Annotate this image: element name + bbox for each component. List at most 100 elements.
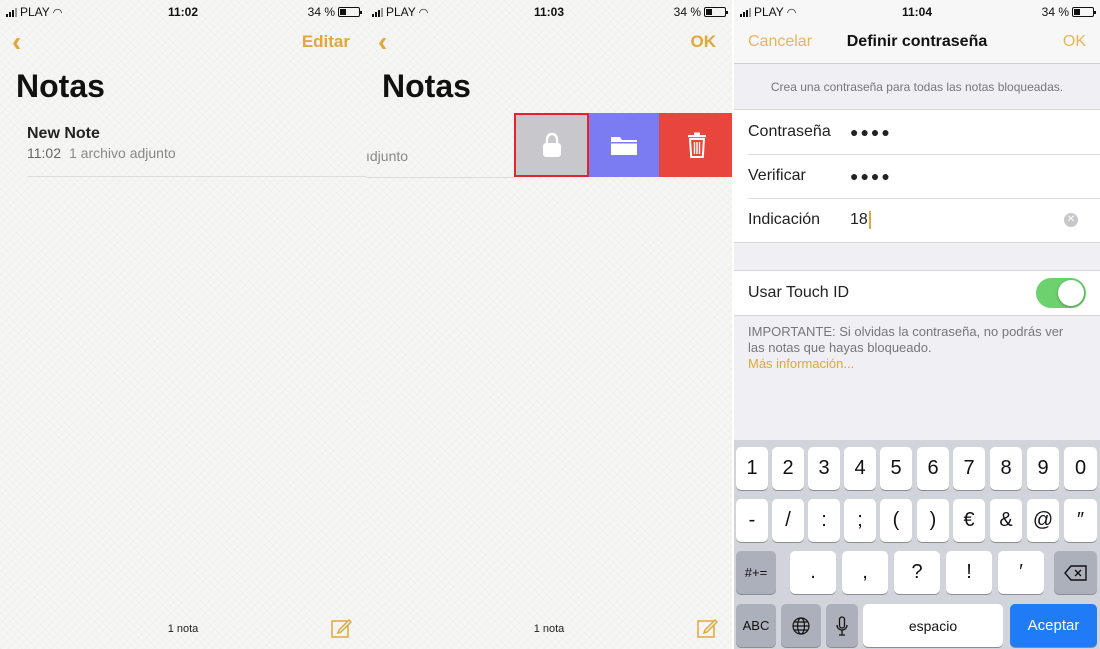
battery-icon — [338, 7, 362, 17]
key-9[interactable]: 9 — [1027, 447, 1059, 490]
backspace-icon — [1063, 564, 1087, 581]
note-subtitle-partial: ıdjunto — [366, 148, 409, 164]
ok-button[interactable]: OK — [1063, 33, 1086, 51]
keyboard: 1 2 3 4 5 6 7 8 9 0 - / : ; ( ) € & @ ″ … — [734, 440, 1100, 649]
globe-icon — [792, 616, 810, 635]
battery-group: 34 % — [307, 5, 362, 19]
key-more-symbols[interactable]: #+= — [736, 551, 776, 594]
key-double-quote[interactable]: ″ — [1064, 499, 1097, 542]
toggle-knob — [1058, 280, 1084, 306]
page-title: Notas — [16, 68, 105, 104]
more-info-link[interactable]: Más información... — [748, 356, 1070, 372]
password-hint-text: Crea una contraseña para todas las notas… — [770, 80, 1064, 94]
key-1[interactable]: 1 — [736, 447, 768, 490]
enter-key[interactable]: Aceptar — [1010, 604, 1097, 647]
battery-icon — [704, 7, 728, 17]
set-password-screen: PLAY ◠ 11:04 34 % Cancelar Definir contr… — [734, 0, 1100, 649]
globe-key[interactable] — [781, 604, 821, 647]
nav-bar: Cancelar Definir contraseña OK — [734, 22, 1100, 64]
battery-icon — [1072, 7, 1096, 17]
key-at[interactable]: @ — [1027, 499, 1059, 542]
key-apostrophe[interactable]: ′ — [998, 551, 1044, 594]
password-label: Contraseña — [748, 123, 831, 140]
ok-button[interactable]: OK — [691, 32, 717, 52]
lock-button[interactable] — [514, 113, 589, 177]
key-8[interactable]: 8 — [990, 447, 1022, 490]
key-slash[interactable]: / — [772, 499, 804, 542]
key-period[interactable]: . — [790, 551, 836, 594]
important-text: IMPORTANTE: Si olvidas la contraseña, no… — [748, 324, 1064, 355]
page-title: Definir contraseña — [846, 33, 988, 50]
notes-swipe-screen: PLAY ◠ 11:03 34 % ‹ OK Notas ıdjunto 1 n… — [366, 0, 732, 649]
key-comma[interactable]: , — [842, 551, 888, 594]
note-subtitle: 11:02 1 archivo adjunto — [27, 145, 366, 161]
password-field[interactable]: Contraseña ●●●● — [734, 110, 1100, 154]
lock-icon — [542, 132, 561, 157]
key-4[interactable]: 4 — [844, 447, 876, 490]
clear-icon[interactable]: ✕ — [1064, 213, 1078, 227]
notes-list-screen: PLAY ◠ 11:02 34 % ‹ Editar Notas New Not… — [0, 0, 366, 649]
delete-button[interactable] — [659, 113, 732, 177]
battery-group: 34 % — [674, 5, 728, 19]
key-open-paren[interactable]: ( — [880, 499, 912, 542]
key-exclamation[interactable]: ! — [946, 551, 992, 594]
keyboard-row-3: #+= . , ? ! ′ — [734, 551, 1100, 595]
note-time: 11:02 — [27, 145, 61, 161]
keyboard-row-4: ABC espacio Aceptar — [734, 604, 1100, 648]
swipe-actions — [514, 113, 732, 177]
hint-field[interactable]: Indicación 18 ✕ — [734, 198, 1100, 242]
touchid-toggle[interactable] — [1036, 278, 1086, 308]
note-title: New Note — [27, 125, 100, 142]
hint-value: 18 — [850, 211, 868, 228]
key-abc[interactable]: ABC — [736, 604, 776, 647]
back-chevron-icon[interactable]: ‹ — [378, 28, 387, 56]
key-3[interactable]: 3 — [808, 447, 840, 490]
battery-percent: 34 % — [1041, 5, 1069, 19]
folder-icon — [611, 137, 637, 155]
verify-value: ●●●● — [850, 168, 892, 184]
space-key[interactable]: espacio — [863, 604, 1003, 647]
key-question[interactable]: ? — [894, 551, 940, 594]
keyboard-row-2: - / : ; ( ) € & @ ″ — [734, 499, 1100, 543]
backspace-key[interactable] — [1054, 551, 1097, 594]
key-close-paren[interactable]: ) — [917, 499, 949, 542]
edit-button[interactable]: Editar — [302, 32, 350, 52]
key-7[interactable]: 7 — [953, 447, 985, 490]
compose-icon[interactable] — [696, 617, 718, 639]
note-count: 1 nota — [533, 623, 565, 635]
keyboard-row-1: 1 2 3 4 5 6 7 8 9 0 — [734, 447, 1100, 491]
back-chevron-icon[interactable]: ‹ — [12, 28, 21, 56]
key-0[interactable]: 0 — [1064, 447, 1097, 490]
battery-percent: 34 % — [307, 5, 335, 19]
status-bar: PLAY ◠ 11:03 34 % — [366, 0, 732, 22]
password-value: ●●●● — [850, 124, 892, 140]
touchid-label: Usar Touch ID — [748, 284, 850, 301]
key-hyphen[interactable]: - — [736, 499, 768, 542]
verify-label: Verificar — [748, 167, 806, 184]
row-divider — [366, 177, 516, 178]
hint-label: Indicación — [748, 211, 821, 228]
battery-group: 34 % — [1041, 5, 1096, 19]
move-folder-button[interactable] — [589, 113, 659, 177]
trash-icon — [687, 132, 706, 158]
status-bar: PLAY ◠ 11:04 34 % — [734, 0, 1100, 22]
key-semicolon[interactable]: ; — [844, 499, 876, 542]
key-6[interactable]: 6 — [917, 447, 949, 490]
verify-field[interactable]: Verificar ●●●● — [734, 154, 1100, 198]
dictation-key[interactable] — [826, 604, 858, 647]
password-group: Contraseña ●●●● Verificar ●●●● Indicació… — [734, 109, 1100, 243]
compose-icon[interactable] — [330, 617, 352, 639]
note-count: 1 nota — [167, 623, 199, 635]
touchid-group: Usar Touch ID — [734, 270, 1100, 316]
page-title: Notas — [382, 68, 471, 104]
list-item[interactable]: New Note 11:02 1 archivo adjunto — [27, 125, 366, 177]
status-bar: PLAY ◠ 11:02 34 % — [0, 0, 366, 22]
key-5[interactable]: 5 — [880, 447, 912, 490]
key-ampersand[interactable]: & — [990, 499, 1022, 542]
touchid-row: Usar Touch ID — [734, 271, 1100, 315]
note-attachment-text: 1 archivo adjunto — [69, 145, 176, 161]
important-note: IMPORTANTE: Si olvidas la contraseña, no… — [748, 324, 1070, 372]
key-2[interactable]: 2 — [772, 447, 804, 490]
key-colon[interactable]: : — [808, 499, 840, 542]
key-euro[interactable]: € — [953, 499, 985, 542]
